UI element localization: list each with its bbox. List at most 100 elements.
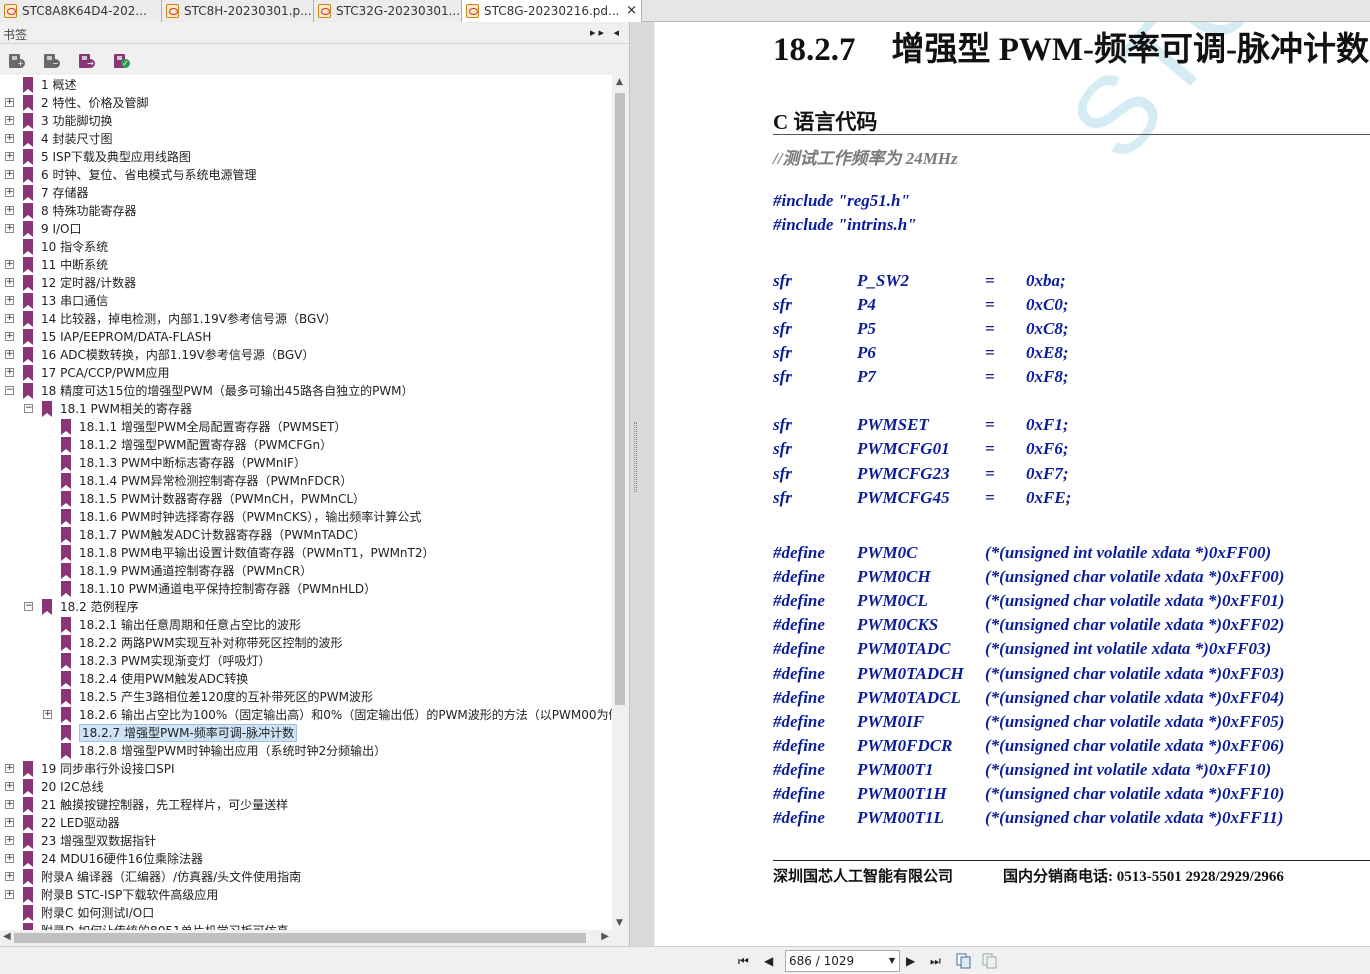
bookmark-item[interactable]: +6 时钟、复位、省电模式与系统电源管理 bbox=[0, 166, 612, 184]
tab-stc8g[interactable]: STC8G-20230216.pd... × bbox=[462, 0, 642, 22]
bookmark-item[interactable]: +2 特性、价格及管脚 bbox=[0, 94, 612, 112]
bookmark-vertical-scrollbar[interactable]: ▲ ▼ bbox=[612, 75, 628, 930]
expand-icon[interactable]: + bbox=[5, 98, 14, 107]
bookmark-item[interactable]: +12 定时器/计数器 bbox=[0, 274, 612, 292]
first-page-button[interactable]: ⏮ bbox=[738, 954, 749, 969]
expand-icon[interactable]: + bbox=[5, 782, 14, 791]
bookmark-item[interactable]: +23 增强型双数据指针 bbox=[0, 832, 612, 850]
scroll-down-icon[interactable]: ▼ bbox=[616, 918, 623, 928]
bookmark-item[interactable]: 18.2.2 两路PWM实现互补对称带死区控制的波形 bbox=[0, 634, 612, 652]
bookmark-item[interactable]: +3 功能脚切换 bbox=[0, 112, 612, 130]
expand-icon[interactable]: + bbox=[5, 368, 14, 377]
bookmark-item[interactable]: 18.2.5 产生3路相位差120度的互补带死区的PWM波形 bbox=[0, 688, 612, 706]
bookmark-item[interactable]: +9 I/O口 bbox=[0, 220, 612, 238]
close-tab-icon[interactable]: × bbox=[626, 0, 637, 22]
bookmark-item[interactable]: 18.1.8 PWM电平输出设置计数值寄存器（PWMnT1，PWMnT2） bbox=[0, 544, 612, 562]
bookmark-item[interactable]: 附录C 如何测试I/O口 bbox=[0, 904, 612, 922]
chevron-down-icon[interactable]: ▼ bbox=[889, 951, 895, 971]
expand-icon[interactable]: + bbox=[5, 872, 14, 881]
expand-icon[interactable]: + bbox=[5, 188, 14, 197]
bookmark-item[interactable]: +24 MDU16硬件16位乘除法器 bbox=[0, 850, 612, 868]
bookmark-horizontal-scrollbar[interactable]: ◀ ▶ bbox=[0, 930, 612, 946]
expand-icon[interactable]: + bbox=[5, 206, 14, 215]
bookmark-item[interactable]: +5 ISP下载及典型应用线路图 bbox=[0, 148, 612, 166]
scroll-thumb[interactable] bbox=[615, 93, 625, 705]
bookmark-item[interactable]: 18.1.9 PWM通道控制寄存器（PWMnCR） bbox=[0, 562, 612, 580]
scroll-up-icon[interactable]: ▲ bbox=[616, 77, 623, 87]
scroll-thumb-horizontal[interactable] bbox=[14, 933, 586, 943]
expand-icon[interactable]: + bbox=[5, 116, 14, 125]
panel-controls-icon[interactable]: ▸▸ ◂ bbox=[590, 26, 622, 39]
tab-stc8h[interactable]: STC8H-20230301.p... bbox=[162, 0, 314, 22]
panel-splitter[interactable] bbox=[629, 22, 654, 946]
expand-icon[interactable]: + bbox=[5, 350, 14, 359]
bookmark-item[interactable]: 10 指令系统 bbox=[0, 238, 612, 256]
bookmark-goto-icon[interactable]: → bbox=[79, 53, 95, 69]
bookmark-expand-icon[interactable]: + bbox=[9, 53, 25, 69]
bookmark-item[interactable]: +17 PCA/CCP/PWM应用 bbox=[0, 364, 612, 382]
collapse-icon[interactable]: − bbox=[24, 602, 33, 611]
bookmark-collapse-icon[interactable]: − bbox=[44, 53, 60, 69]
tab-stc8a8k64d4[interactable]: STC8A8K64D4-202... bbox=[0, 0, 162, 22]
scroll-right-icon[interactable]: ▶ bbox=[601, 931, 609, 942]
bookmark-item[interactable]: 18.2.7 增强型PWM-频率可调-脉冲计数 bbox=[0, 724, 612, 742]
expand-icon[interactable]: + bbox=[5, 800, 14, 809]
bookmark-item[interactable]: 18.1.7 PWM触发ADC计数器寄存器（PWMnTADC） bbox=[0, 526, 612, 544]
bookmark-item[interactable]: 18.2.3 PWM实现渐变灯（呼吸灯） bbox=[0, 652, 612, 670]
bookmark-item[interactable]: 18.1.2 增强型PWM配置寄存器（PWMCFGn） bbox=[0, 436, 612, 454]
bookmark-find-icon[interactable]: ✓ bbox=[114, 53, 130, 69]
bookmark-item[interactable]: +8 特殊功能寄存器 bbox=[0, 202, 612, 220]
expand-icon[interactable]: + bbox=[43, 710, 52, 719]
bookmark-item[interactable]: − 18.2 范例程序 bbox=[0, 598, 612, 616]
bookmark-item[interactable]: 18.1.10 PWM通道电平保持控制寄存器（PWMnHLD） bbox=[0, 580, 612, 598]
expand-icon[interactable]: + bbox=[5, 224, 14, 233]
last-page-button[interactable]: ⏭ bbox=[930, 954, 941, 969]
bookmark-item[interactable]: + 附录A 编译器（汇编器）/仿真器/头文件使用指南 bbox=[0, 868, 612, 886]
collapse-icon[interactable]: − bbox=[5, 386, 14, 395]
bookmark-item[interactable]: +18.2.6 输出占空比为100%（固定输出高）和0%（固定输出低）的PWM波… bbox=[0, 706, 612, 724]
page-number-input[interactable]: 686 / 1029 ▼ bbox=[785, 950, 900, 972]
bookmark-item[interactable]: 18.2.4 使用PWM触发ADC转换 bbox=[0, 670, 612, 688]
bookmark-item[interactable]: − 18 精度可达15位的增强型PWM（最多可输出45路各自独立的PWM） bbox=[0, 382, 612, 400]
expand-icon[interactable]: + bbox=[5, 170, 14, 179]
bookmark-item[interactable]: 18.2.8 增强型PWM时钟输出应用（系统时钟2分频输出） bbox=[0, 742, 612, 760]
bookmark-item[interactable]: +7 存储器 bbox=[0, 184, 612, 202]
bookmark-item[interactable]: 18.1.3 PWM中断标志寄存器（PWMnIF） bbox=[0, 454, 612, 472]
collapse-icon[interactable]: − bbox=[24, 404, 33, 413]
bookmark-item[interactable]: +11 中断系统 bbox=[0, 256, 612, 274]
bookmark-item[interactable]: +16 ADC模数转换，内部1.19V参考信号源（BGV） bbox=[0, 346, 612, 364]
bookmark-item[interactable]: + 附录B STC-ISP下载软件高级应用 bbox=[0, 886, 612, 904]
bookmark-item[interactable]: 18.1.4 PWM异常检测控制寄存器（PWMnFDCR） bbox=[0, 472, 612, 490]
bookmark-item[interactable]: 附录D 如何让传统的8051单片机学习板可仿真 bbox=[0, 922, 612, 930]
bookmark-item[interactable]: +20 I2C总线 bbox=[0, 778, 612, 796]
bookmark-item[interactable]: 18.1.5 PWM计数器寄存器（PWMnCH，PWMnCL） bbox=[0, 490, 612, 508]
expand-icon[interactable]: + bbox=[5, 260, 14, 269]
bookmark-item[interactable]: − 18.1 PWM相关的寄存器 bbox=[0, 400, 612, 418]
expand-icon[interactable]: + bbox=[5, 152, 14, 161]
splitter-grip-icon[interactable] bbox=[634, 422, 637, 492]
bookmark-item[interactable]: 18.1.1 增强型PWM全局配置寄存器（PWMSET） bbox=[0, 418, 612, 436]
expand-icon[interactable]: + bbox=[5, 854, 14, 863]
bookmark-item[interactable]: 18.2.1 输出任意周期和任意占空比的波形 bbox=[0, 616, 612, 634]
tab-stc32g[interactable]: STC32G-20230301... bbox=[314, 0, 462, 22]
expand-icon[interactable]: + bbox=[5, 890, 14, 899]
expand-icon[interactable]: + bbox=[5, 134, 14, 143]
bookmark-item[interactable]: 18.1.6 PWM时钟选择寄存器（PWMnCKS），输出频率计算公式 bbox=[0, 508, 612, 526]
expand-icon[interactable]: + bbox=[5, 332, 14, 341]
bookmark-item[interactable]: +13 串口通信 bbox=[0, 292, 612, 310]
previous-page-button[interactable]: ◀ bbox=[764, 954, 773, 968]
bookmark-item[interactable]: +19 同步串行外设接口SPI bbox=[0, 760, 612, 778]
bookmark-item[interactable]: +21 触摸按键控制器，先工程样片，可少量送样 bbox=[0, 796, 612, 814]
expand-icon[interactable]: + bbox=[5, 278, 14, 287]
expand-icon[interactable]: + bbox=[5, 296, 14, 305]
scroll-left-icon[interactable]: ◀ bbox=[3, 931, 11, 942]
fit-page-icon[interactable] bbox=[982, 953, 998, 969]
expand-icon[interactable]: + bbox=[5, 836, 14, 845]
bookmark-item[interactable]: 1 概述 bbox=[0, 76, 612, 94]
bookmark-item[interactable]: +14 比较器，掉电检测，内部1.19V参考信号源（BGV） bbox=[0, 310, 612, 328]
bookmark-item[interactable]: +15 IAP/EEPROM/DATA-FLASH bbox=[0, 328, 612, 346]
bookmark-item[interactable]: +22 LED驱动器 bbox=[0, 814, 612, 832]
expand-icon[interactable]: + bbox=[5, 314, 14, 323]
bookmark-item[interactable]: +4 封装尺寸图 bbox=[0, 130, 612, 148]
expand-icon[interactable]: + bbox=[5, 818, 14, 827]
